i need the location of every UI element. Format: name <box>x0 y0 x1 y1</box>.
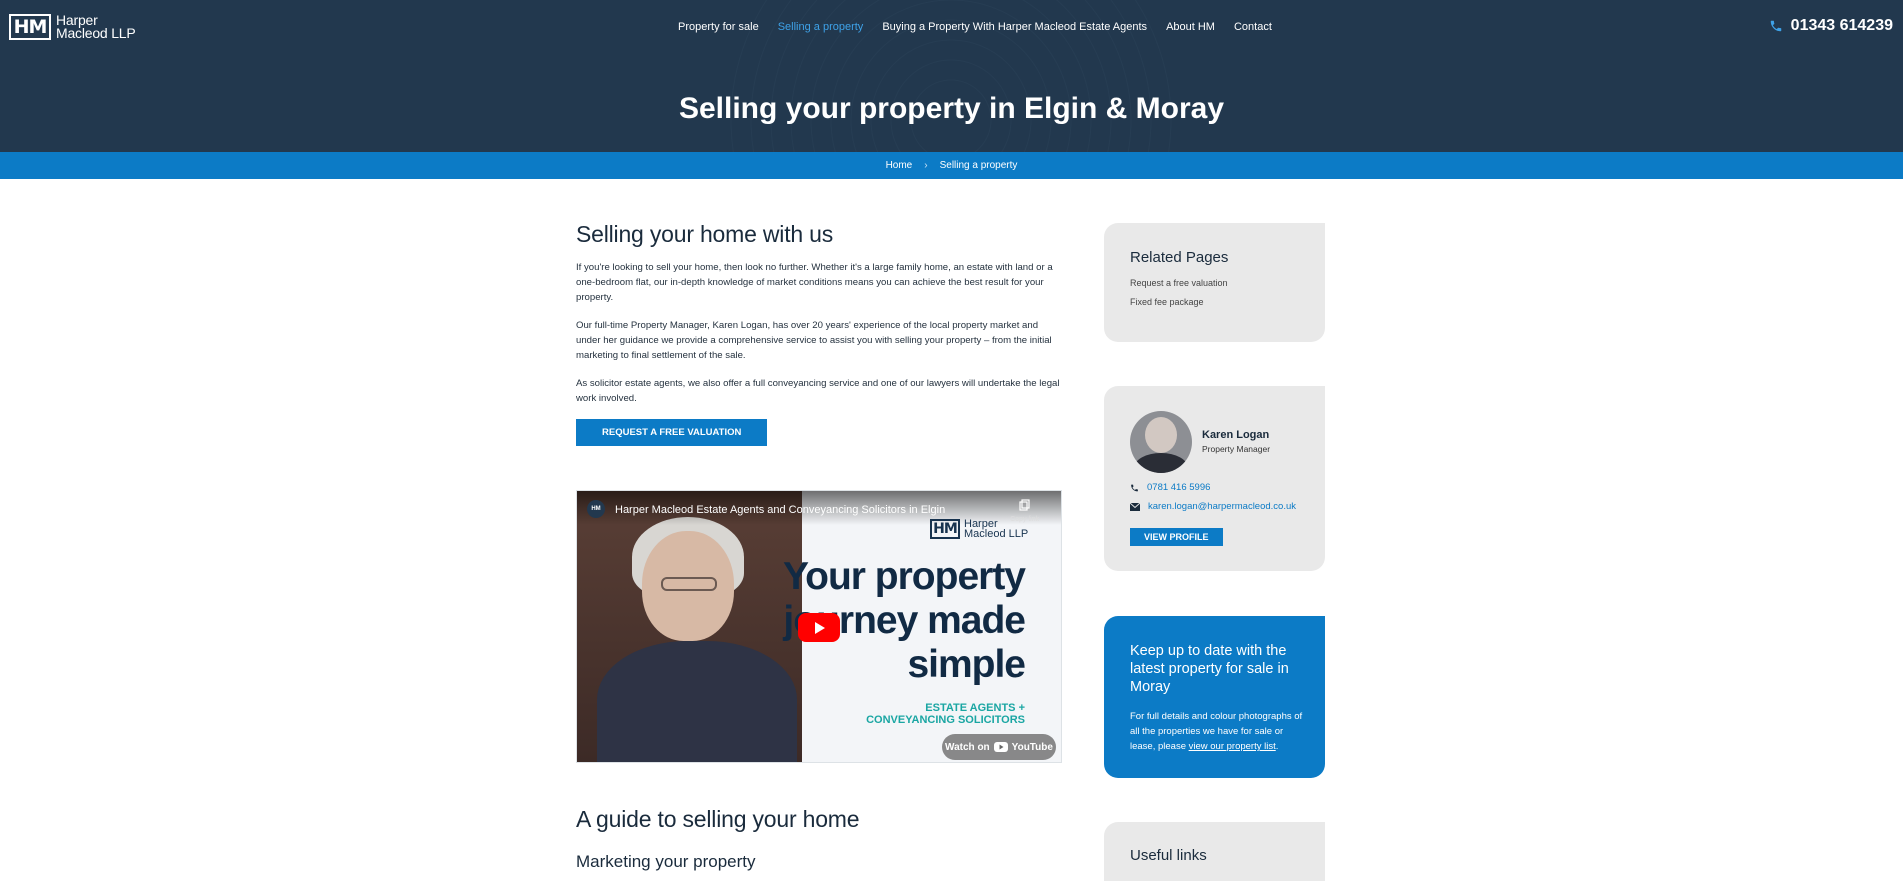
contact-email[interactable]: karen.logan@harpermacleod.co.uk <box>1130 501 1296 512</box>
person-body <box>597 641 797 762</box>
video-logo-line-2: Macleod LLP <box>964 528 1029 540</box>
promo-title: Keep up to date with the latest property… <box>1130 643 1289 695</box>
contact-card: Karen Logan Property Manager 0781 416 59… <box>1104 386 1325 571</box>
watch-on-label: Watch on <box>945 741 990 753</box>
video-logo-mark: HM <box>930 519 960 539</box>
site-logo[interactable]: HM Harper Macleod LLP <box>9 13 136 41</box>
page: HM Harper Macleod LLP Property for sale … <box>0 0 1903 881</box>
nav-about-hm[interactable]: About HM <box>1166 21 1215 33</box>
video-tagline-line-2: CONVEYANCING SOLICITORS <box>866 714 1025 726</box>
guide-heading: A guide to selling your home <box>576 806 860 832</box>
contact-name: Karen Logan <box>1202 429 1270 441</box>
copy-icon <box>1018 499 1030 511</box>
view-profile-button[interactable]: VIEW PROFILE <box>1130 528 1223 546</box>
breadcrumb: Home › Selling a property <box>0 152 1903 179</box>
breadcrumb-separator-icon: › <box>924 160 928 171</box>
play-button[interactable] <box>798 613 840 642</box>
avatar-shoulders <box>1134 453 1188 473</box>
video-headline-line-1: Your property <box>783 555 1026 598</box>
main-nav: Property for sale Selling a property Buy… <box>678 21 1291 33</box>
youtube-icon <box>993 742 1008 752</box>
video-tagline-line-1: ESTATE AGENTS + <box>925 702 1025 714</box>
section-heading: Selling your home with us <box>576 221 834 247</box>
intro-paragraph-1: If you're looking to sell your home, the… <box>576 262 1053 303</box>
phone-icon <box>1131 484 1138 491</box>
promo-text: For full details and colour photographs … <box>1130 709 1307 754</box>
avatar-head <box>1145 417 1177 453</box>
contact-phone[interactable]: 0781 416 5996 <box>1130 482 1210 493</box>
phone-icon <box>1770 20 1781 32</box>
video-headline-line-3: simple <box>907 643 1026 686</box>
promo-text-end: . <box>1275 741 1279 752</box>
logo-line-2: Macleod LLP <box>56 25 136 41</box>
nav-buying-a-property[interactable]: Buying a Property With Harper Macleod Es… <box>882 21 1147 33</box>
video-tagline: ESTATE AGENTS + CONVEYANCING SOLICITORS <box>866 702 1025 726</box>
header-phone-number: 01343 614239 <box>1790 17 1893 34</box>
video-embed[interactable]: HM Harper Macleod Estate Agents and Conv… <box>576 490 1062 763</box>
youtube-label: YouTube <box>1011 741 1053 753</box>
watch-on-youtube-button[interactable]: Watch on YouTube <box>942 734 1056 760</box>
email-icon <box>1130 502 1140 511</box>
video-thumbnail-person <box>577 491 802 762</box>
related-link-free-valuation[interactable]: Request a free valuation <box>1130 278 1325 288</box>
related-pages-title: Related Pages <box>1130 249 1229 266</box>
breadcrumb-home[interactable]: Home <box>886 160 913 171</box>
site-header: HM Harper Macleod LLP Property for sale … <box>0 0 1903 152</box>
related-pages-card: Related Pages Request a free valuation F… <box>1104 223 1325 342</box>
page-title: Selling your property in Elgin & Moray <box>678 92 1225 125</box>
video-title[interactable]: Harper Macleod Estate Agents and Conveya… <box>615 504 945 516</box>
request-valuation-button[interactable]: REQUEST A FREE VALUATION <box>576 419 768 446</box>
contact-phone-number: 0781 416 5996 <box>1147 482 1211 493</box>
logo-wordmark: Harper Macleod LLP <box>56 13 136 41</box>
play-icon <box>815 621 825 634</box>
header-phone[interactable]: 01343 614239 <box>1769 17 1893 35</box>
channel-avatar[interactable]: HM <box>587 500 605 518</box>
useful-links-title: Useful links <box>1130 847 1207 864</box>
logo-mark: HM <box>9 14 51 40</box>
nav-property-for-sale[interactable]: Property for sale <box>678 21 759 33</box>
intro-paragraph-3: As solicitor estate agents, we also offe… <box>576 378 1060 404</box>
useful-links-card: Useful links <box>1104 822 1325 881</box>
person-glasses <box>661 577 717 591</box>
nav-selling-a-property[interactable]: Selling a property <box>778 21 864 33</box>
breadcrumb-current: Selling a property <box>939 160 1018 171</box>
contact-email-address: karen.logan@harpermacleod.co.uk <box>1148 501 1297 512</box>
intro-paragraph-2: Our full-time Property Manager, Karen Lo… <box>576 320 1052 361</box>
avatar <box>1130 411 1192 473</box>
video-logo: HM Harper Macleod LLP <box>930 519 1029 540</box>
main-content: Selling your home with us If you're look… <box>576 179 1062 872</box>
marketing-subheading: Marketing your property <box>576 852 756 871</box>
property-list-link[interactable]: view our property list <box>1189 741 1276 752</box>
nav-contact[interactable]: Contact <box>1234 21 1272 33</box>
related-link-fixed-fee[interactable]: Fixed fee package <box>1130 297 1325 307</box>
video-logo-wordmark: Harper Macleod LLP <box>964 519 1029 540</box>
promo-card: Keep up to date with the latest property… <box>1104 616 1325 778</box>
contact-role: Property Manager <box>1202 444 1271 454</box>
